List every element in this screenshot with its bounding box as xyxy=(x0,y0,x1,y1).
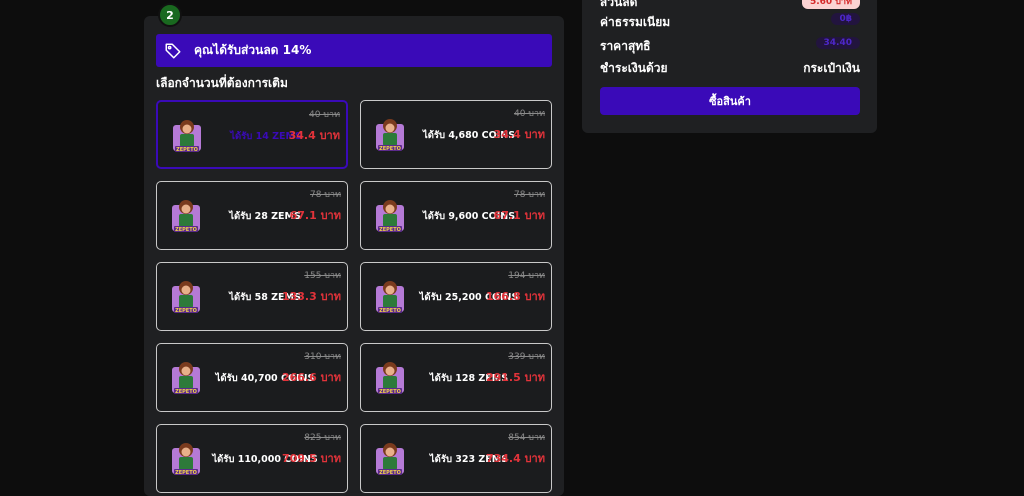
package-thumbnail: ZEPETO xyxy=(171,440,201,478)
package-card[interactable]: 339 บาท ZEPETO ได้รับ 128 ZEMS 291.5 บาท xyxy=(360,343,552,412)
package-old-price: 854 บาท xyxy=(508,433,545,443)
svg-text:ZEPETO: ZEPETO xyxy=(175,308,197,314)
summary-net-value: 34.40 xyxy=(815,37,860,49)
package-price: 34.4 บาท xyxy=(493,128,545,141)
package-thumbnail: ZEPETO xyxy=(171,359,201,397)
summary-row-fee: ค่าธรรมเนียม 0฿ xyxy=(600,13,860,29)
section-title: เลือกจำนวนที่ต้องการเติม xyxy=(156,76,288,90)
package-thumbnail: ZEPETO xyxy=(172,117,202,155)
svg-text:ZEPETO: ZEPETO xyxy=(379,146,401,152)
tag-icon xyxy=(164,41,184,61)
package-old-price: 78 บาท xyxy=(309,190,341,200)
package-old-price: 40 บาท xyxy=(513,109,545,119)
package-price: 34.4 บาท xyxy=(288,129,340,142)
package-price: 734.4 บาท xyxy=(485,452,545,465)
package-thumbnail: ZEPETO xyxy=(375,359,405,397)
package-card[interactable]: 78 บาท ZEPETO ได้รับ 28 ZEMS 67.1 บาท xyxy=(156,181,348,250)
summary-fee-value: 0฿ xyxy=(831,13,860,25)
package-price: 291.5 บาท xyxy=(485,371,545,384)
package-card[interactable]: 78 บาท ZEPETO ได้รับ 9,600 COINS 67.1 บาท xyxy=(360,181,552,250)
package-price: 67.1 บาท xyxy=(493,209,545,222)
svg-text:ZEPETO: ZEPETO xyxy=(176,147,198,153)
svg-text:ZEPETO: ZEPETO xyxy=(175,227,197,233)
package-thumbnail: ZEPETO xyxy=(375,197,405,235)
summary-net-label: ราคาสุทธิ xyxy=(600,39,651,53)
summary-payment-value: กระเป๋าเงิน xyxy=(803,61,860,75)
package-card[interactable]: 825 บาท ZEPETO ได้รับ 110,000 COINS 709.5 บ… xyxy=(156,424,348,493)
package-old-price: 194 บาท xyxy=(508,271,545,281)
summary-row-discount: ส่วนลด 5.60 บาท xyxy=(600,0,860,9)
svg-text:ZEPETO: ZEPETO xyxy=(379,389,401,395)
svg-text:ZEPETO: ZEPETO xyxy=(175,470,197,476)
package-card[interactable]: 40 บาท ZEPETO ได้รับ 14 ZEMS 34.4 บาท xyxy=(156,100,348,169)
package-thumbnail: ZEPETO xyxy=(375,440,405,478)
package-price: 709.5 บาท xyxy=(281,452,341,465)
package-price: 67.1 บาท xyxy=(289,209,341,222)
package-card[interactable]: 40 บาท ZEPETO ได้รับ 4,680 COINS 34.4 บาท xyxy=(360,100,552,169)
package-price: 266.6 บาท xyxy=(281,371,341,384)
svg-text:ZEPETO: ZEPETO xyxy=(175,389,197,395)
discount-text: คุณได้รับส่วนลด 14% xyxy=(194,43,312,57)
package-old-price: 40 บาท xyxy=(308,110,340,120)
package-thumbnail: ZEPETO xyxy=(171,197,201,235)
step-badge: 2 xyxy=(158,3,182,27)
summary-row-net: ราคาสุทธิ 34.40 xyxy=(600,37,860,53)
summary-payment-label: ชำระเงินด้วย xyxy=(600,61,668,75)
package-old-price: 339 บาท xyxy=(508,352,545,362)
package-thumbnail: ZEPETO xyxy=(171,278,201,316)
svg-text:ZEPETO: ZEPETO xyxy=(379,227,401,233)
package-card[interactable]: 155 บาท ZEPETO ได้รับ 58 ZEMS 133.3 บาท xyxy=(156,262,348,331)
summary-discount-value: 5.60 บาท xyxy=(801,0,860,9)
discount-banner: คุณได้รับส่วนลด 14% xyxy=(156,34,552,67)
summary-discount-label: ส่วนลด xyxy=(600,0,638,9)
package-old-price: 78 บาท xyxy=(513,190,545,200)
package-old-price: 310 บาท xyxy=(304,352,341,362)
svg-text:ZEPETO: ZEPETO xyxy=(379,308,401,314)
package-card[interactable]: 854 บาท ZEPETO ได้รับ 323 ZEMS 734.4 บาท xyxy=(360,424,552,493)
package-thumbnail: ZEPETO xyxy=(375,278,405,316)
buy-button[interactable]: ซื้อสินค้า xyxy=(600,87,860,115)
package-card[interactable]: 194 บาท ZEPETO ได้รับ 25,200 COINS 166.8 บา… xyxy=(360,262,552,331)
package-old-price: 825 บาท xyxy=(304,433,341,443)
package-price: 133.3 บาท xyxy=(281,290,341,303)
package-old-price: 155 บาท xyxy=(304,271,341,281)
package-thumbnail: ZEPETO xyxy=(375,116,405,154)
svg-text:ZEPETO: ZEPETO xyxy=(379,470,401,476)
package-price: 166.8 บาท xyxy=(485,290,545,303)
summary-row-payment: ชำระเงินด้วย กระเป๋าเงิน xyxy=(600,59,860,75)
package-card[interactable]: 310 บาท ZEPETO ได้รับ 40,700 COINS 266.6 บา… xyxy=(156,343,348,412)
summary-fee-label: ค่าธรรมเนียม xyxy=(600,15,671,29)
